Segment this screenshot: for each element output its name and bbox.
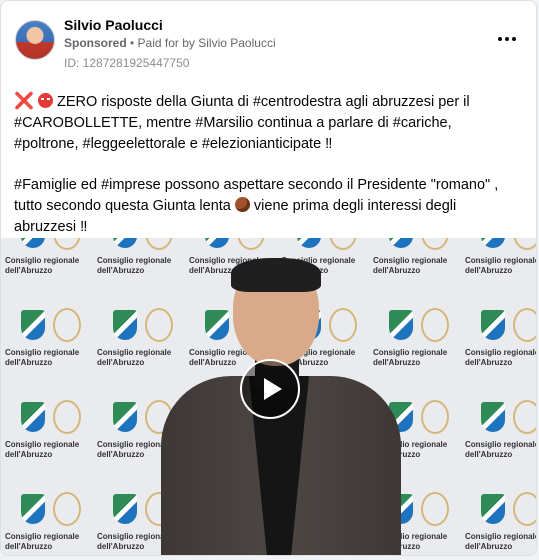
play-icon <box>263 378 282 400</box>
backdrop-logo: Consiglio regionaledell'Abruzzo <box>1 290 99 386</box>
angry-face-icon <box>37 93 53 108</box>
snail-icon <box>234 197 250 212</box>
backdrop-label: Consiglio regionaledell'Abruzzo <box>5 348 80 367</box>
sponsored-line: Sponsored • Paid for by Silvio Paolucci <box>64 36 276 50</box>
cross-mark-icon: ❌ <box>14 93 34 110</box>
backdrop-logo: Consiglio regionaledell'Abruzzo <box>1 382 99 478</box>
sponsored-label[interactable]: Sponsored <box>64 36 127 50</box>
backdrop-logo: Consiglio regionaledell'Abruzzo <box>461 382 537 478</box>
backdrop-label: Consiglio regionaledell'Abruzzo <box>465 532 537 551</box>
backdrop-logo: Consiglio regionaledell'Abruzzo <box>461 238 537 294</box>
author-avatar[interactable] <box>15 20 55 60</box>
backdrop-label: Consiglio regionaledell'Abruzzo <box>465 440 537 459</box>
ad-id: ID: 1287281925447750 <box>64 56 190 70</box>
backdrop-logo: Consiglio regionaledell'Abruzzo <box>1 474 99 555</box>
backdrop-label: Consiglio regionaledell'Abruzzo <box>5 256 80 275</box>
post-paragraph-2: #Famiglie ed #imprese possono aspettare … <box>14 175 519 238</box>
play-button[interactable] <box>240 359 300 419</box>
backdrop-label: Consiglio regionaledell'Abruzzo <box>465 256 537 275</box>
paragraph-1-text: ZERO risposte della Giunta di #centrodes… <box>14 94 470 152</box>
meta-separator: • <box>126 36 138 50</box>
backdrop-logo: Consiglio regionaledell'Abruzzo <box>461 474 537 555</box>
ad-post-card: Silvio Paolucci Sponsored • Paid for by … <box>0 0 537 556</box>
post-paragraph-1: ❌ ZERO risposte della Giunta di #centrod… <box>14 91 519 155</box>
backdrop-logo: Consiglio regionaledell'Abruzzo <box>1 238 99 294</box>
backdrop-label: Consiglio regionaledell'Abruzzo <box>5 440 80 459</box>
video-player[interactable]: Consiglio regionale dell'Abruzzo Consiglio… <box>1 238 537 555</box>
backdrop-label: Consiglio regionaledell'Abruzzo <box>5 532 80 551</box>
author-name[interactable]: Silvio Paolucci <box>64 17 163 33</box>
backdrop-label: Consiglio regionaledell'Abruzzo <box>465 348 537 367</box>
post-text: ❌ ZERO risposte della Giunta di #centrod… <box>14 91 519 259</box>
backdrop-logo: Consiglio regionaledell'Abruzzo <box>461 290 537 386</box>
paid-for-label: Paid for by Silvio Paolucci <box>137 36 276 50</box>
more-options-icon[interactable] <box>495 27 519 51</box>
